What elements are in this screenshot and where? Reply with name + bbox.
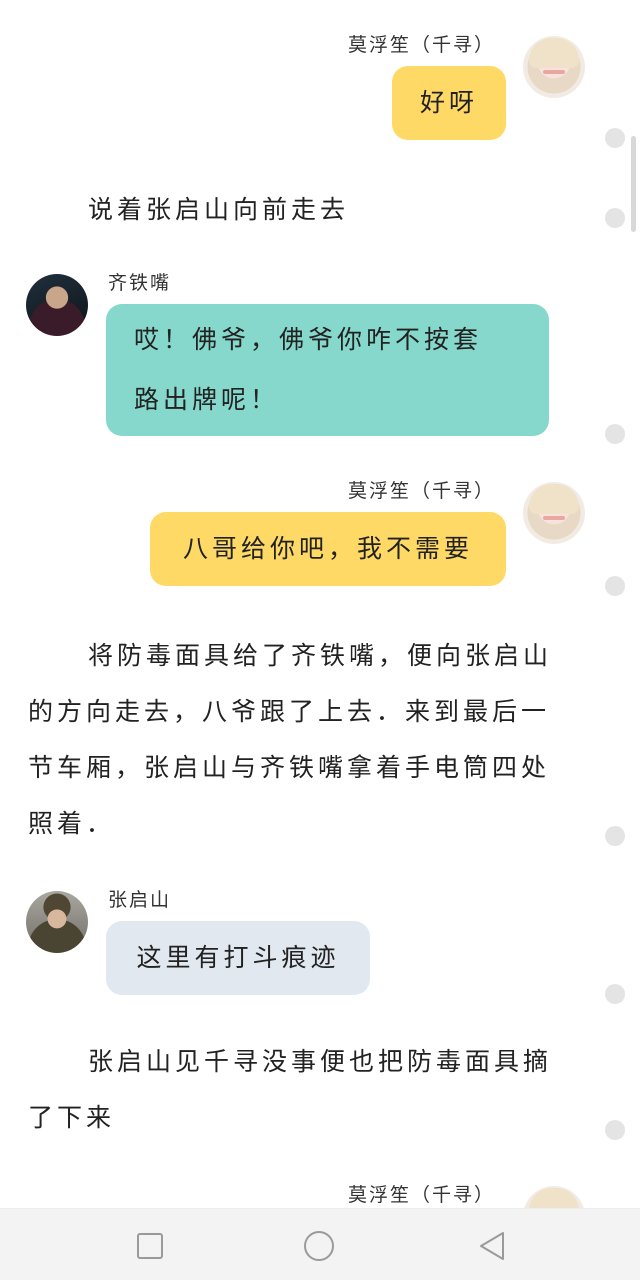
speaker-name: 莫浮笙（千寻） — [348, 1184, 496, 1206]
side-dot — [605, 826, 625, 846]
side-dot — [605, 1120, 625, 1140]
narration-line: 了下来 — [28, 1103, 116, 1132]
chat-bubble[interactable]: 八哥给你吧，我不需要 — [150, 512, 506, 586]
system-navigation-bar — [0, 1208, 640, 1280]
side-dot — [605, 208, 625, 228]
bubble-line: 哎！佛爷，佛爷你咋不按套 — [134, 325, 483, 354]
narration-line: 的方向走去，八爷跟了上去．来到最后一 — [28, 697, 551, 726]
circle-icon — [304, 1231, 334, 1261]
speaker-name: 莫浮笙（千寻） — [348, 34, 496, 56]
avatar[interactable] — [523, 36, 585, 98]
side-dot — [605, 576, 625, 596]
bubble-line: 路出牌呢！ — [134, 385, 280, 414]
speaker-name: 齐铁嘴 — [108, 272, 172, 294]
side-dot — [605, 984, 625, 1004]
home-button[interactable] — [302, 1229, 336, 1263]
square-icon — [137, 1233, 163, 1259]
chat-bubble[interactable]: 哎！佛爷，佛爷你咋不按套 路出牌呢！ — [106, 304, 549, 436]
narration-line: 张启山见千寻没事便也把防毒面具摘 — [88, 1047, 553, 1076]
avatar[interactable] — [523, 482, 585, 544]
triangle-back-icon — [480, 1232, 504, 1260]
avatar[interactable] — [523, 1186, 585, 1208]
speaker-name: 张启山 — [108, 889, 172, 911]
avatar[interactable] — [26, 274, 88, 336]
side-dot — [605, 424, 625, 444]
narration-line: 说着张启山向前走去 — [88, 195, 350, 224]
reader-page: 莫浮笙（千寻） 好呀 说着张启山向前走去 齐铁嘴 哎！佛爷，佛爷你咋不按套 路出… — [0, 0, 640, 1280]
back-button[interactable] — [475, 1229, 509, 1263]
narration-text: 张启山见千寻没事便也把防毒面具摘 了下来 — [28, 1034, 588, 1146]
chat-bubble[interactable]: 好呀 — [392, 66, 506, 140]
narration-text: 将防毒面具给了齐铁嘴，便向张启山 的方向走去，八爷跟了上去．来到最后一 节车厢，… — [28, 628, 588, 852]
story-content[interactable]: 莫浮笙（千寻） 好呀 说着张启山向前走去 齐铁嘴 哎！佛爷，佛爷你咋不按套 路出… — [0, 0, 640, 1208]
narration-line: 照着． — [28, 809, 116, 838]
chat-bubble[interactable]: 这里有打斗痕迹 — [106, 921, 370, 995]
narration-line: 将防毒面具给了齐铁嘴，便向张启山 — [88, 641, 553, 670]
narration-line: 节车厢，张启山与齐铁嘴拿着手电筒四处 — [28, 753, 551, 782]
side-dot — [605, 128, 625, 148]
speaker-name: 莫浮笙（千寻） — [348, 480, 496, 502]
avatar[interactable] — [26, 891, 88, 953]
narration-text: 说着张启山向前走去 — [28, 182, 588, 238]
recent-apps-button[interactable] — [133, 1229, 167, 1263]
scrollbar[interactable] — [631, 136, 636, 232]
